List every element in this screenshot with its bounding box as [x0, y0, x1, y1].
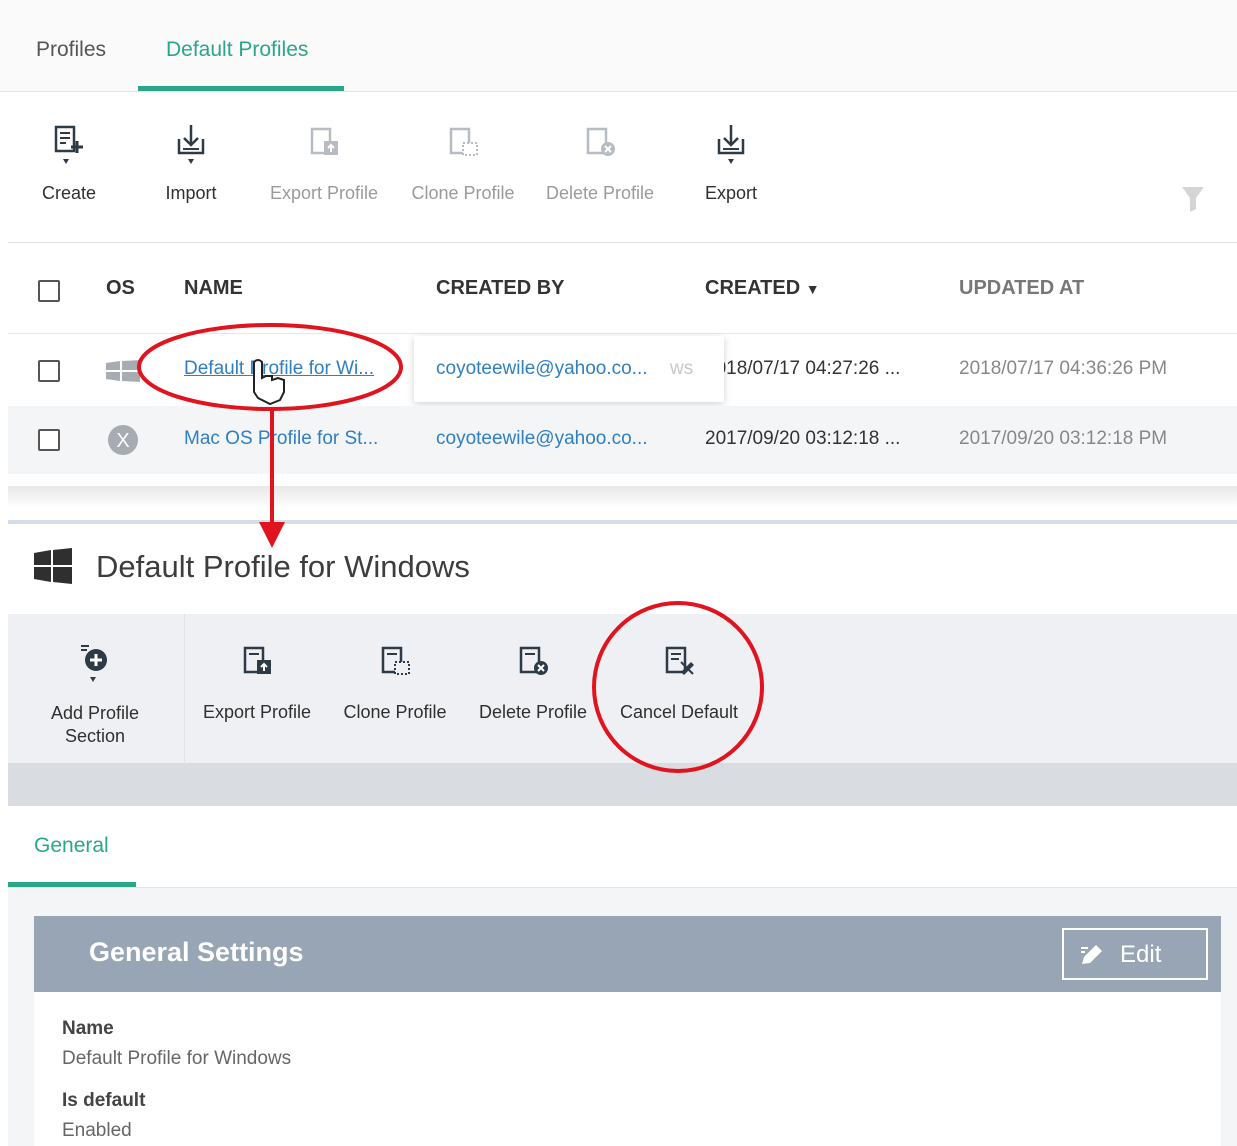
create-profile-icon	[54, 125, 83, 164]
add-profile-section-line1: Add Profile	[50, 703, 140, 723]
import-icon	[177, 125, 205, 164]
page-title: Default Profile for Windows	[96, 549, 470, 584]
clone-profile-label: Clone Profile	[411, 183, 515, 203]
torn-edge-divider	[8, 486, 1237, 508]
export-label: Export	[704, 183, 758, 203]
created-by-cell[interactable]: coyoteewile@yahoo.co...	[436, 358, 648, 380]
field-label-name: Name	[62, 1018, 114, 1039]
export-icon	[717, 125, 745, 164]
updated-at-cell: 2017/09/20 03:12:18 PM	[959, 428, 1168, 449]
profile-detail-toolbar: Add Profile Section Export Profile Clone …	[8, 614, 1237, 764]
tab-profiles[interactable]: Profiles	[36, 38, 106, 62]
add-profile-section-line2: Section	[64, 726, 126, 746]
table-row[interactable]: X Mac OS Profile for St... coyoteewile@y…	[8, 406, 1237, 474]
header-created-label: CREATED	[705, 277, 801, 299]
detail-tab-bar: General	[8, 806, 1237, 888]
toolbar-separator	[184, 614, 185, 764]
header-created[interactable]: CREATED ▼	[705, 277, 820, 300]
header-updated-at[interactable]: UPDATED AT	[959, 277, 1084, 300]
general-settings-section: General Settings Edit Name Default Profi…	[8, 888, 1237, 1146]
delete-profile-button[interactable]: Delete Profile	[472, 614, 594, 764]
pencil-icon	[1081, 945, 1102, 964]
add-profile-section-label: Add Profile Section	[38, 702, 152, 748]
cancel-default-icon	[665, 646, 694, 675]
import-button[interactable]: Import	[150, 93, 232, 243]
export-profile-label: Export Profile	[202, 702, 312, 722]
top-tab-bar: Profiles Default Profiles	[0, 0, 1237, 92]
delete-profile-icon	[519, 646, 548, 675]
export-profile-button[interactable]: Export Profile	[260, 93, 388, 243]
export-button[interactable]: Export	[694, 93, 768, 243]
mac-os-icon: X	[108, 425, 138, 455]
delete-profile-button[interactable]: Delete Profile	[538, 93, 662, 243]
created-cell: 2018/07/17 04:27:26 ...	[705, 358, 901, 379]
cell-tooltip: coyoteewile@yahoo.co... ws	[414, 336, 724, 402]
profiles-table: OS NAME CREATED BY CREATED ▼ UPDATED AT …	[8, 244, 1237, 489]
edit-button[interactable]: Edit	[1062, 928, 1208, 980]
sort-desc-icon: ▼	[805, 281, 820, 297]
delete-profile-label: Delete Profile	[545, 183, 655, 203]
clone-profile-label: Clone Profile	[343, 702, 447, 722]
delete-profile-icon	[586, 127, 615, 156]
add-section-icon	[81, 645, 107, 682]
tab-general[interactable]: General	[34, 834, 109, 858]
profiles-toolbar: Create Import Export Profile Clone Profi…	[8, 93, 1237, 243]
field-label-is-default: Is default	[62, 1090, 146, 1111]
export-profile-icon	[243, 646, 271, 674]
active-tab-indicator	[8, 882, 136, 887]
created-cell: 2017/09/20 03:12:18 ...	[705, 428, 901, 449]
header-os[interactable]: OS	[106, 277, 135, 300]
tooltip-overflow-text: ws	[670, 358, 694, 379]
import-label: Import	[165, 183, 217, 203]
select-all-checkbox[interactable]	[38, 280, 60, 302]
profile-name-link[interactable]: Mac OS Profile for St...	[184, 428, 378, 450]
field-value-name: Default Profile for Windows	[62, 1048, 292, 1069]
windows-icon	[106, 360, 140, 382]
row-checkbox[interactable]	[38, 429, 60, 451]
cancel-default-label: Cancel Default	[619, 702, 739, 722]
windows-icon	[34, 548, 72, 584]
filter-icon[interactable]	[1178, 181, 1208, 215]
export-profile-icon	[310, 127, 338, 155]
row-checkbox[interactable]	[38, 360, 60, 382]
profile-title-bar: Default Profile for Windows	[8, 524, 1237, 614]
tab-default-profiles[interactable]: Default Profiles	[166, 38, 308, 62]
clone-profile-icon	[381, 646, 410, 675]
general-settings-header: General Settings Edit	[34, 916, 1221, 992]
profile-name-link[interactable]: Default Profile for Wi...	[184, 358, 374, 380]
field-value-is-default: Enabled	[62, 1120, 132, 1141]
updated-at-cell: 2018/07/17 04:36:26 PM	[959, 358, 1168, 379]
clone-profile-button[interactable]: Clone Profile	[336, 614, 454, 764]
clone-profile-icon	[449, 127, 478, 156]
cancel-default-button[interactable]: Cancel Default	[612, 614, 746, 764]
export-profile-label: Export Profile	[269, 183, 379, 203]
header-name[interactable]: NAME	[184, 277, 243, 300]
create-button[interactable]: Create	[28, 93, 110, 243]
export-profile-button[interactable]: Export Profile	[194, 614, 320, 764]
active-tab-indicator	[138, 86, 344, 91]
general-settings-body: Name Default Profile for Windows Is defa…	[34, 992, 1221, 1146]
created-by-cell[interactable]: coyoteewile@yahoo.co...	[436, 428, 648, 450]
create-label: Create	[41, 183, 97, 203]
delete-profile-label: Delete Profile	[478, 702, 588, 722]
header-created-by[interactable]: CREATED BY	[436, 277, 565, 300]
general-settings-title: General Settings	[89, 937, 304, 967]
clone-profile-button[interactable]: Clone Profile	[404, 93, 522, 243]
table-header: OS NAME CREATED BY CREATED ▼ UPDATED AT	[8, 244, 1237, 334]
svg-text:X: X	[116, 430, 129, 452]
edit-label: Edit	[1120, 941, 1162, 968]
toolbar-footer-band	[8, 764, 1237, 806]
add-profile-section-button[interactable]: Add Profile Section	[38, 614, 152, 764]
